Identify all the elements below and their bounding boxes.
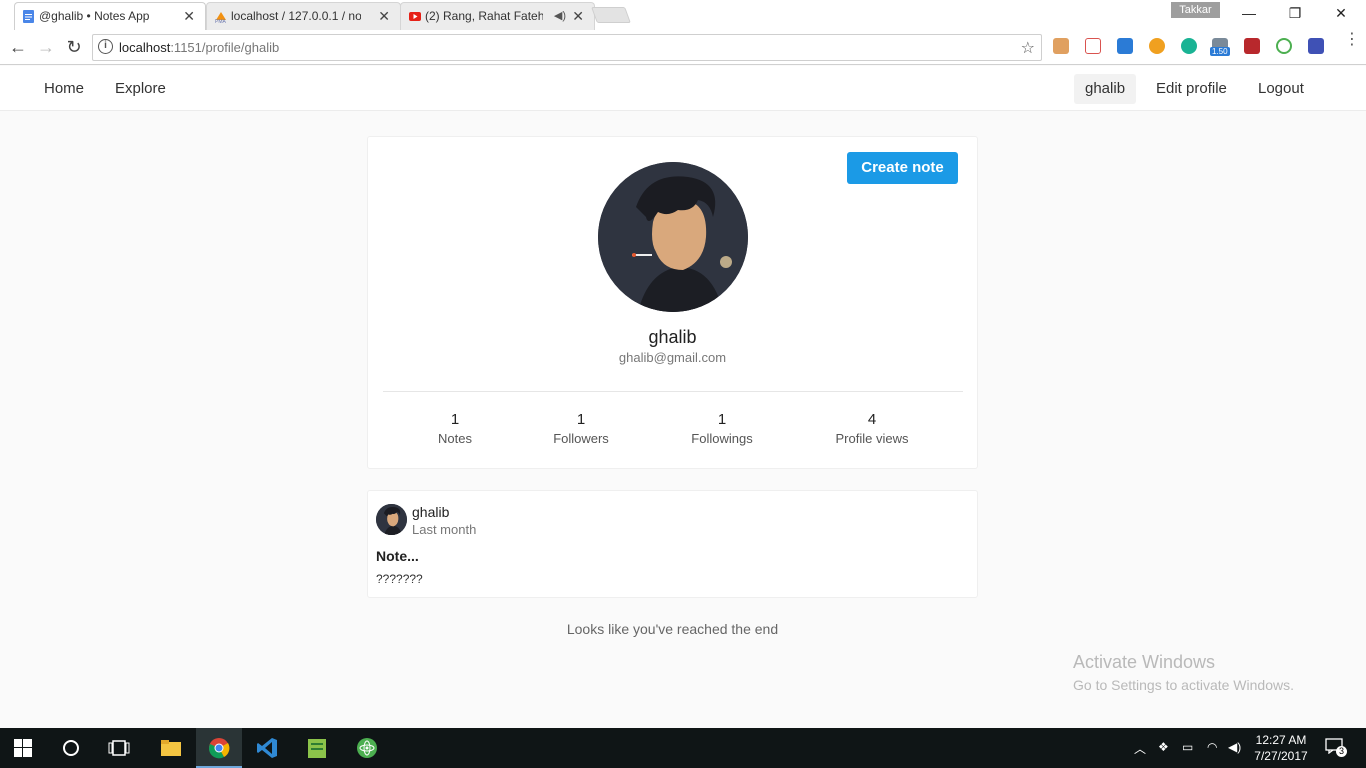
extension-bookmark-icon[interactable] (1053, 38, 1069, 54)
note-title[interactable]: Note... (376, 548, 419, 564)
cortana-search-icon[interactable] (48, 728, 94, 768)
site-info-icon[interactable]: i (98, 39, 113, 54)
wifi-icon[interactable]: ◠ (1207, 740, 1217, 754)
minimize-icon[interactable]: — (1229, 2, 1269, 24)
nav-home-link[interactable]: Home (36, 74, 92, 104)
svg-text:PMA: PMA (215, 19, 227, 23)
extension-download-icon[interactable] (1117, 38, 1133, 54)
url-path: :1151/profile/ghalib (170, 40, 280, 55)
profile-name: ghalib (648, 327, 697, 347)
tab-title: localhost / 127.0.0.1 / no (231, 9, 361, 23)
avatar-illustration (598, 162, 748, 312)
clock-time: 12:27 AM (1255, 733, 1307, 747)
tab-notes-app[interactable]: @ghalib • Notes App ✕ (14, 2, 206, 30)
stat-value: 1 (576, 411, 586, 428)
stat-value: 1 (717, 411, 727, 428)
extension-red-icon[interactable] (1244, 38, 1260, 54)
close-window-icon[interactable]: ✕ (1321, 2, 1361, 24)
stat-followings[interactable]: 1 Followings (677, 411, 767, 446)
stat-label: Followings (691, 431, 753, 446)
volume-icon[interactable]: ◀) (1228, 740, 1241, 754)
notepad-taskbar-icon[interactable] (294, 728, 340, 768)
note-body: ??????? (376, 572, 423, 586)
profile-card: Create note ghalib ghalib@gmail.com 1 No… (367, 136, 978, 469)
tab-youtube[interactable]: (2) Rang, Rahat Fateh ◀) ✕ (400, 2, 595, 30)
notification-count: 3 (1336, 746, 1347, 757)
stat-value: 4 (867, 411, 877, 428)
windows-activation-watermark: Activate Windows Go to Settings to activ… (1073, 652, 1294, 693)
tab-title: (2) Rang, Rahat Fateh (425, 9, 543, 23)
stat-label: Profile views (835, 431, 909, 446)
divider (383, 391, 963, 392)
action-center-icon[interactable]: 3 (1325, 738, 1347, 757)
extension-toggle-icon[interactable] (1149, 38, 1165, 54)
profile-email: ghalib@gmail.com (618, 350, 727, 365)
stat-label: Notes (438, 431, 472, 446)
nav-edit-profile-link[interactable]: Edit profile (1148, 74, 1235, 104)
taskbar-clock[interactable]: 12:27 AM 7/27/2017 (1250, 732, 1312, 764)
dropbox-tray-icon[interactable]: ❖ (1158, 740, 1169, 754)
profile-avatar (598, 162, 748, 312)
close-tab-icon[interactable]: ✕ (183, 3, 195, 29)
start-windows-icon[interactable] (0, 728, 46, 768)
nav-logout-link[interactable]: Logout (1250, 74, 1312, 104)
extension-badge: 1.50 (1210, 47, 1230, 56)
phpmyadmin-icon: PMA (215, 12, 227, 23)
end-of-feed-message: Looks like you've reached the end (566, 621, 779, 637)
show-hidden-icons-chevron-icon[interactable]: ︿ (1134, 740, 1146, 757)
create-note-button[interactable]: Create note (847, 152, 958, 184)
note-card[interactable]: ghalib Last month Note... ??????? (367, 490, 978, 598)
note-author-avatar[interactable] (376, 504, 407, 535)
close-tab-icon[interactable]: ✕ (572, 3, 584, 29)
extension-calendar-icon[interactable] (1085, 38, 1101, 54)
windows-taskbar: ︿ ❖ ▭ ◠ ◀) 12:27 AM 7/27/2017 3 (0, 728, 1366, 768)
extension-bookmark-blue-icon[interactable] (1308, 38, 1324, 54)
file-explorer-icon[interactable] (148, 728, 194, 768)
url-host: localhost (119, 40, 171, 55)
task-view-icon[interactable] (96, 728, 142, 768)
browser-menu-icon[interactable]: ⋮ (1344, 32, 1360, 48)
watermark-title: Activate Windows (1073, 652, 1216, 672)
clock-date: 7/27/2017 (1254, 749, 1308, 763)
battery-icon[interactable]: ▭ (1182, 740, 1193, 754)
new-tab-button[interactable] (591, 7, 631, 23)
stat-notes[interactable]: 1 Notes (425, 411, 485, 446)
reload-icon[interactable]: ↻ (62, 36, 86, 58)
watermark-subtitle: Go to Settings to activate Windows. (1073, 677, 1294, 693)
youtube-icon (409, 12, 421, 21)
vscode-taskbar-icon[interactable] (244, 728, 290, 768)
extension-ring-icon[interactable] (1276, 38, 1292, 54)
url-text[interactable]: localhost:1151/profile/ghalib (119, 40, 279, 55)
stat-followers[interactable]: 1 Followers (541, 411, 621, 446)
stat-value: 1 (450, 411, 460, 428)
address-bar[interactable]: i localhost:1151/profile/ghalib ☆ (92, 34, 1042, 61)
note-timestamp: Last month (412, 522, 477, 537)
close-tab-icon[interactable]: ✕ (378, 3, 390, 29)
chrome-taskbar-icon[interactable] (196, 728, 242, 768)
nav-explore-link[interactable]: Explore (107, 74, 174, 104)
note-author-name[interactable]: ghalib (412, 504, 449, 520)
atom-taskbar-icon[interactable] (344, 728, 390, 768)
document-icon (23, 10, 34, 23)
avatar-illustration (376, 504, 407, 535)
tab-phpmyadmin[interactable]: PMA localhost / 127.0.0.1 / no ✕ (206, 2, 401, 30)
extension-speed-icon[interactable]: 1.50 (1210, 38, 1230, 56)
browser-toolbar: ← → ↻ i localhost:1151/profile/ghalib ☆ … (0, 30, 1366, 65)
tab-title: @ghalib • Notes App (39, 9, 150, 23)
back-icon[interactable]: ← (6, 36, 30, 58)
stat-profile-views[interactable]: 4 Profile views (822, 411, 922, 446)
browser-profile-chip[interactable]: Takkar (1171, 2, 1220, 18)
forward-icon[interactable]: → (34, 36, 58, 58)
extension-m-icon[interactable] (1181, 38, 1197, 54)
app-navbar: Home Explore ghalib Edit profile Logout (0, 66, 1366, 111)
nav-username-link[interactable]: ghalib (1074, 74, 1137, 104)
restore-icon[interactable]: ❐ (1275, 2, 1315, 24)
stat-label: Followers (553, 431, 609, 446)
bookmark-star-icon[interactable]: ☆ (1021, 38, 1035, 58)
speaker-icon[interactable]: ◀) (554, 3, 566, 29)
browser-tab-strip: @ghalib • Notes App ✕ PMA localhost / 12… (0, 0, 1366, 30)
